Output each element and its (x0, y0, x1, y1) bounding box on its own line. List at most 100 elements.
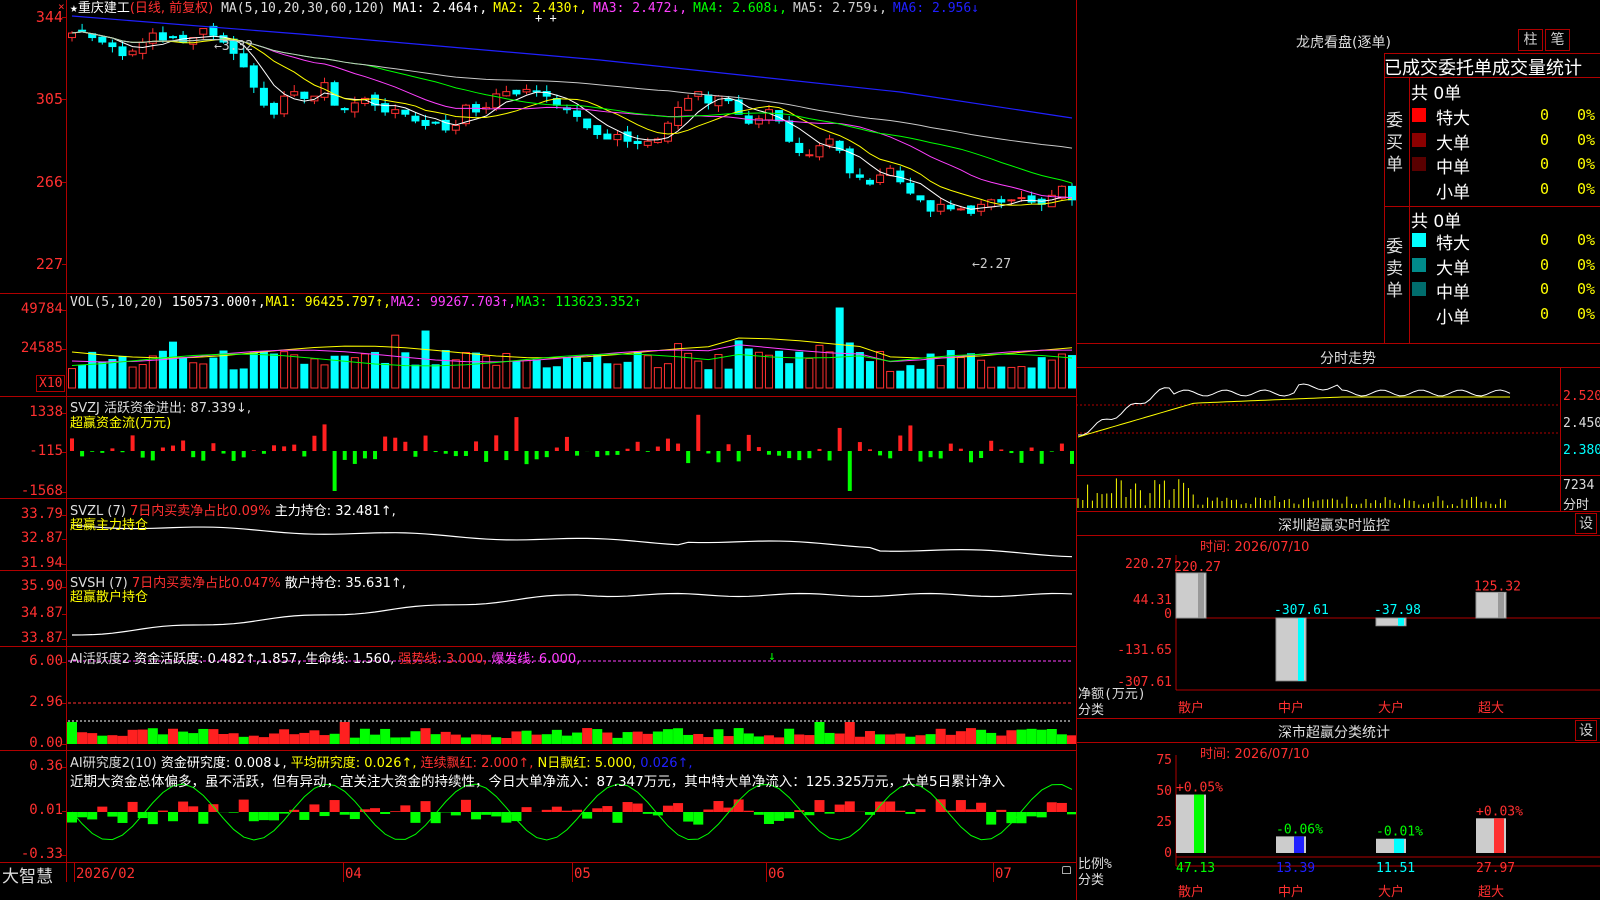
candle-body (199, 28, 208, 35)
research-bar (976, 802, 987, 812)
research-bar (551, 806, 562, 812)
active-bar (97, 735, 108, 744)
monitor-bar-value: 125.32 (1474, 579, 1521, 594)
research-bar (915, 809, 926, 812)
candle-body (249, 65, 258, 88)
fund-flow-bar (1029, 447, 1034, 451)
volume-bar (532, 359, 541, 389)
volume-bar (684, 352, 693, 389)
stat-bar-value: 47.13 (1176, 861, 1215, 876)
volume-bar (633, 352, 642, 389)
research-bar (986, 812, 997, 825)
active-bar (976, 729, 987, 744)
fund-flow-bar (120, 451, 125, 453)
volume-bar (310, 358, 319, 389)
active-bar (1036, 729, 1047, 744)
volume-bar (936, 365, 945, 389)
research-bar (844, 801, 855, 812)
volume-unit: X10 (36, 375, 66, 392)
fund-flow-bar (292, 444, 297, 451)
volume-bar (472, 352, 481, 389)
fund-flow-bar (676, 443, 681, 451)
candle-body (118, 46, 127, 57)
candle-body (522, 88, 531, 93)
stat-ytick: 75 (1156, 753, 1172, 768)
high-annotation: ←3.32 (214, 39, 253, 54)
research-bar (784, 812, 795, 819)
candle-body (946, 204, 955, 210)
fund-flow-bar (463, 451, 468, 456)
stat-category: 散户 (1178, 884, 1204, 900)
candle-body (754, 118, 763, 125)
active-bar (168, 728, 179, 744)
active-bar (875, 734, 886, 744)
volume-bar (865, 361, 874, 389)
research-bar (1046, 802, 1057, 812)
volume-bar (88, 351, 97, 389)
stat-ytick: 0 (1164, 846, 1172, 861)
active-bar (612, 737, 623, 744)
fund-flow-bar (908, 425, 913, 451)
active-bar (107, 735, 118, 744)
fund-flow-bar (231, 451, 236, 461)
research-bar (582, 812, 593, 819)
research-bar (481, 812, 492, 815)
volume-bar (805, 357, 814, 389)
active-bar (238, 736, 249, 744)
research-bar (713, 801, 724, 812)
lock-icon[interactable] (1062, 866, 1071, 874)
research-bar (1006, 812, 1017, 824)
fund-flow-bar (554, 447, 559, 451)
fund-flow-bar (261, 451, 266, 454)
volume-bar (1027, 367, 1036, 389)
research-bar (733, 799, 744, 812)
monitor-category: 超大 (1478, 701, 1504, 716)
research-bar (1056, 802, 1067, 812)
monitor-ytick: 0 (1164, 607, 1172, 622)
active-bar (673, 728, 684, 744)
candle-body (259, 87, 268, 106)
fund-flow-bar (474, 441, 479, 451)
research-bar (572, 809, 583, 812)
volume-bar (320, 364, 329, 389)
active-bar (410, 731, 421, 744)
active-bar (248, 735, 259, 744)
volume-bar (502, 352, 511, 389)
research-bar (965, 809, 976, 812)
volume-bar (492, 364, 501, 389)
volume-bar (956, 357, 965, 389)
research-bar (834, 804, 845, 812)
candle-body (825, 138, 834, 146)
ma-line (71, 31, 1073, 199)
monitor-ytick: 220.27 (1125, 557, 1172, 572)
active-bar (178, 731, 189, 744)
candle-body (98, 36, 107, 43)
fund-flow-bar (595, 451, 600, 457)
fund-flow-bar (534, 451, 539, 460)
volume-bar (1057, 353, 1066, 389)
volume-bar (259, 351, 268, 389)
research-bar (380, 812, 391, 814)
stat-category: 大户 (1378, 884, 1404, 900)
candle-body (340, 108, 349, 111)
active-bar (198, 728, 209, 744)
volume-bar (573, 356, 582, 389)
fund-flow-bar (373, 451, 378, 460)
research-bar (339, 812, 350, 815)
cross-marker: + + (535, 11, 557, 25)
candle-body (613, 133, 622, 141)
app-brand[interactable]: 大智慧 (2, 862, 53, 887)
volume-bar (280, 351, 289, 389)
volume-bar (593, 354, 602, 389)
candle-body (512, 89, 521, 95)
research-bar (683, 812, 694, 822)
volume-bar (411, 364, 420, 389)
volume-bar (552, 366, 561, 389)
volume-bar (401, 352, 410, 389)
volume-bar (1047, 359, 1056, 389)
volume-bar (249, 352, 258, 389)
volume-bar (886, 370, 895, 389)
volume-bar (270, 353, 279, 389)
research-bar (238, 799, 249, 812)
active-bar (390, 737, 401, 744)
